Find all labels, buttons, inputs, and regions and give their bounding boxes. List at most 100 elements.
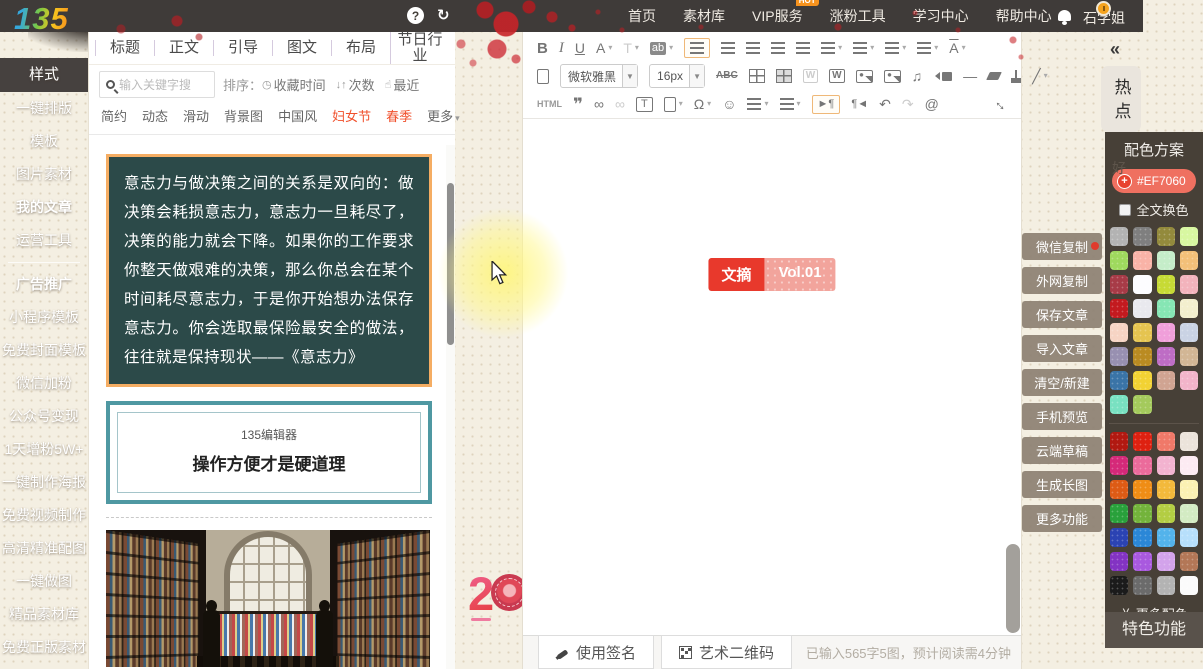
sort-option[interactable]: ☝最近: [385, 75, 420, 94]
word-import-button[interactable]: W: [829, 69, 844, 83]
sidebar-item[interactable]: 运营工具: [0, 224, 88, 257]
color-swatch[interactable]: [1133, 323, 1151, 342]
sort-option[interactable]: ◷收藏时间: [262, 75, 326, 94]
sidebar-item[interactable]: 免费视频制作: [0, 499, 88, 532]
editor-panel[interactable]: BIUATabA 微软雅黑▼ 16px▼ ABCWW♫—╱ HTML❞∞∞TΩ☺…: [522, 32, 1022, 669]
nav-item[interactable]: 帮助中心: [996, 6, 1052, 26]
color-swatch[interactable]: [1157, 275, 1175, 294]
side-action-button[interactable]: 清空/新建: [1022, 369, 1102, 396]
insert-image-button[interactable]: [856, 70, 873, 83]
strikethrough-button[interactable]: ABC: [716, 71, 738, 81]
style-tab[interactable]: 标题: [95, 40, 154, 56]
clear-format-brush-button[interactable]: [1011, 70, 1021, 83]
align-right-button[interactable]: [746, 42, 760, 54]
color-swatch[interactable]: [1133, 227, 1151, 246]
align-justify-button[interactable]: [771, 42, 785, 54]
side-action-button[interactable]: 手机预览: [1022, 403, 1102, 430]
color-swatch[interactable]: [1133, 347, 1151, 366]
mention-search-button[interactable]: @: [925, 97, 939, 111]
outdent-button[interactable]: [821, 42, 842, 54]
style-card-quote[interactable]: 意志力与做决策之间的关系是双向的：做决策会耗损意志力，意志力一旦耗尽了，决策的能…: [106, 154, 432, 387]
editor-scrollbar-thumb[interactable]: [1006, 544, 1020, 633]
color-swatch[interactable]: [1157, 432, 1175, 451]
eraser-button[interactable]: [988, 72, 1000, 80]
color-swatch[interactable]: [1180, 552, 1198, 571]
color-swatch[interactable]: [1133, 576, 1151, 595]
color-swatch[interactable]: [1110, 347, 1128, 366]
style-tab[interactable]: 正文: [154, 40, 213, 56]
color-swatch[interactable]: [1180, 504, 1198, 523]
side-action-button[interactable]: 生成长图: [1022, 471, 1102, 498]
color-swatch[interactable]: [1157, 552, 1175, 571]
fullscreen-button[interactable]: ↔: [991, 93, 1012, 114]
color-swatch[interactable]: [1157, 371, 1175, 390]
sidebar-item[interactable]: 一键制作海报: [0, 466, 88, 499]
font-color-button[interactable]: A: [596, 41, 612, 55]
sidebar-item[interactable]: 我的文章: [0, 191, 88, 224]
color-swatch[interactable]: [1180, 432, 1198, 451]
color-swatch[interactable]: [1133, 251, 1151, 270]
nav-item[interactable]: 涨粉工具: [830, 6, 886, 26]
color-swatch[interactable]: [1180, 275, 1198, 294]
color-swatch[interactable]: [1133, 480, 1151, 499]
hot-points-tab[interactable]: 热点: [1101, 66, 1141, 132]
color-swatch[interactable]: [1157, 227, 1175, 246]
remove-link-button[interactable]: ∞: [615, 97, 625, 111]
color-swatch[interactable]: [1180, 456, 1198, 475]
color-swatch[interactable]: [1110, 576, 1128, 595]
filter-tag[interactable]: 更多: [427, 106, 460, 125]
color-swatch[interactable]: [1157, 347, 1175, 366]
color-swatch[interactable]: [1110, 275, 1128, 294]
sidebar-item[interactable]: 小程序模板: [0, 301, 88, 334]
sidebar-item[interactable]: 高清精准配图: [0, 532, 88, 565]
color-swatch[interactable]: [1180, 323, 1198, 342]
color-swatch[interactable]: [1110, 227, 1128, 246]
color-swatch[interactable]: [1157, 480, 1175, 499]
letter-spacing-button[interactable]: [917, 42, 938, 54]
line-height-button[interactable]: [853, 42, 874, 54]
color-swatch[interactable]: [1157, 576, 1175, 595]
sidebar-item[interactable]: 1天增粉5W+: [0, 433, 88, 466]
volume-badge[interactable]: 文摘 Vol.01: [708, 258, 835, 291]
indent-button[interactable]: [796, 42, 810, 54]
color-swatch[interactable]: [1180, 528, 1198, 547]
html-source-button[interactable]: HTML: [537, 100, 562, 109]
sidebar-item[interactable]: 免费正版素材: [0, 631, 88, 664]
color-swatch[interactable]: [1133, 299, 1151, 318]
special-char-button[interactable]: Ω: [694, 97, 711, 111]
ltr-paragraph-button[interactable]: ►¶: [812, 95, 841, 114]
sort-option[interactable]: ↓↑次数: [336, 75, 375, 94]
color-swatch[interactable]: [1180, 227, 1198, 246]
color-swatch[interactable]: [1110, 299, 1128, 318]
color-swatch[interactable]: [1110, 552, 1128, 571]
color-swatch[interactable]: [1180, 251, 1198, 270]
color-swatch[interactable]: [1133, 528, 1151, 547]
style-card-title[interactable]: 135编辑器 操作方便才是硬道理: [106, 401, 432, 504]
color-swatch[interactable]: [1110, 504, 1128, 523]
color-swatch[interactable]: [1133, 432, 1151, 451]
full-text-recolor-checkbox[interactable]: 全文换色: [1105, 200, 1203, 219]
color-swatch[interactable]: [1157, 528, 1175, 547]
bold-button[interactable]: B: [537, 41, 548, 56]
underline-button[interactable]: U: [575, 41, 585, 55]
nav-item[interactable]: 素材库: [683, 6, 725, 26]
color-swatch[interactable]: [1110, 480, 1128, 499]
color-swatch[interactable]: [1180, 371, 1198, 390]
color-swatch[interactable]: [1157, 299, 1175, 318]
style-tab[interactable]: 引导: [213, 40, 272, 56]
magic-wand-button[interactable]: ╱: [1032, 69, 1047, 83]
filter-tag[interactable]: 动态: [142, 106, 168, 125]
nav-item[interactable]: 首页: [628, 6, 656, 26]
blockquote-button[interactable]: ❞: [573, 96, 583, 113]
insert-link-button[interactable]: ∞: [594, 97, 604, 111]
filter-tag[interactable]: 中国风: [278, 106, 317, 125]
new-document-button[interactable]: [537, 69, 549, 84]
color-swatch[interactable]: [1110, 395, 1128, 414]
collapse-arrow[interactable]: «: [1110, 39, 1120, 60]
side-action-button[interactable]: 外网复制: [1022, 267, 1102, 294]
word-import-disabled-button[interactable]: W: [803, 69, 818, 83]
style-tab[interactable]: 图文: [272, 40, 331, 56]
color-swatch[interactable]: [1110, 251, 1128, 270]
sidebar-item[interactable]: 精品素材库: [0, 598, 88, 631]
color-swatch[interactable]: [1133, 456, 1151, 475]
